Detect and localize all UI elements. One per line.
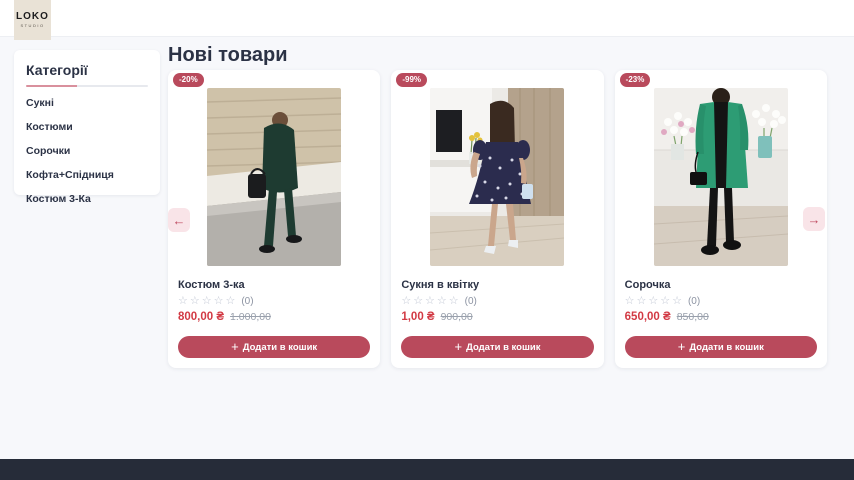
star-rating-icons: ☆☆☆☆☆ <box>401 295 460 307</box>
old-price: 900,00 <box>441 311 473 323</box>
arrow-left-icon: ← <box>173 214 186 227</box>
current-price: 650,00 ₴ <box>625 311 671 323</box>
plus-icon: + <box>454 342 462 352</box>
sidebar-item-sorochky[interactable]: Сорочки <box>26 139 148 163</box>
product-card: -23% <box>615 70 827 368</box>
page-title: Нові товари <box>168 44 287 67</box>
product-image[interactable] <box>430 88 564 266</box>
price-row: 1,00 ₴ 900,00 <box>401 311 593 323</box>
product-rating: ☆☆☆☆☆ (0) <box>625 295 817 307</box>
price-row: 650,00 ₴ 850,00 <box>625 311 817 323</box>
product-grid: -20% Костюм 3-ка ☆☆☆☆☆ (0) 8 <box>168 70 827 368</box>
discount-badge: -99% <box>396 73 427 87</box>
logo-title: LOKO <box>16 12 49 22</box>
rating-count: (0) <box>241 296 253 307</box>
footer-bar <box>0 459 854 480</box>
sidebar-item-kofta-spidnytsia[interactable]: Кофта+Спідниця <box>26 163 148 187</box>
discount-badge: -23% <box>620 73 651 87</box>
rating-count: (0) <box>465 296 477 307</box>
categories-list: Сукні Костюми Сорочки Кофта+Спідниця Кос… <box>26 91 148 211</box>
add-to-cart-label: Додати в кошик <box>466 342 540 353</box>
sidebar-item-kostiumy[interactable]: Костюми <box>26 115 148 139</box>
rating-count: (0) <box>688 296 700 307</box>
add-to-cart-button[interactable]: + Додати в кошик <box>625 336 817 358</box>
product-card: -99% <box>391 70 603 368</box>
categories-divider <box>26 85 148 87</box>
product-rating: ☆☆☆☆☆ (0) <box>178 295 370 307</box>
logo-subtitle: STUDIO <box>20 23 44 28</box>
old-price: 850,00 <box>677 311 709 323</box>
arrow-right-icon: → <box>808 213 821 226</box>
product-name[interactable]: Сукня в квітку <box>401 279 593 291</box>
add-to-cart-button[interactable]: + Додати в кошик <box>401 336 593 358</box>
header <box>0 0 854 37</box>
discount-badge: -20% <box>173 73 204 87</box>
sidebar-item-kostium-3ka[interactable]: Костюм 3-Ка <box>26 187 148 211</box>
star-rating-icons: ☆☆☆☆☆ <box>625 295 684 307</box>
sidebar-item-sukni[interactable]: Сукні <box>26 91 148 115</box>
carousel-next-button[interactable]: → <box>803 207 825 231</box>
star-rating-icons: ☆☆☆☆☆ <box>178 295 237 307</box>
old-price: 1.000,00 <box>230 311 271 323</box>
carousel-prev-button[interactable]: ← <box>168 208 190 232</box>
categories-panel: Категорії Сукні Костюми Сорочки Кофта+Сп… <box>14 50 160 195</box>
product-image[interactable] <box>654 88 788 266</box>
product-image[interactable] <box>207 88 341 266</box>
add-to-cart-button[interactable]: + Додати в кошик <box>178 336 370 358</box>
current-price: 800,00 ₴ <box>178 311 224 323</box>
add-to-cart-label: Додати в кошик <box>689 342 763 353</box>
store-logo[interactable]: LOKO STUDIO <box>14 0 51 40</box>
product-rating: ☆☆☆☆☆ (0) <box>401 295 593 307</box>
plus-icon: + <box>231 342 239 352</box>
plus-icon: + <box>678 342 686 352</box>
categories-title: Категорії <box>26 62 148 78</box>
product-name[interactable]: Костюм 3-ка <box>178 279 370 291</box>
product-name[interactable]: Сорочка <box>625 279 817 291</box>
price-row: 800,00 ₴ 1.000,00 <box>178 311 370 323</box>
product-card: -20% Костюм 3-ка ☆☆☆☆☆ (0) 8 <box>168 70 380 368</box>
add-to-cart-label: Додати в кошик <box>243 342 317 353</box>
current-price: 1,00 ₴ <box>401 311 434 323</box>
